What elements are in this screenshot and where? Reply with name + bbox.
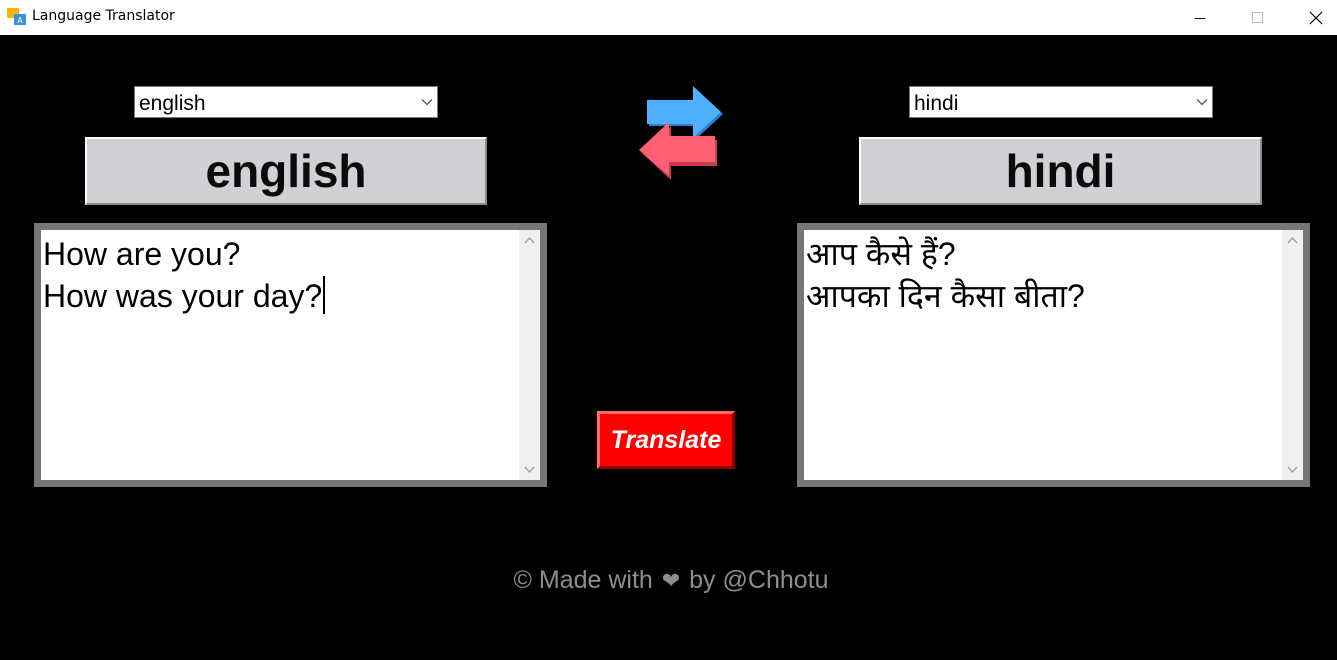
target-text-frame: आप कैसे हैं? आपका दिन कैसा बीता? [797, 223, 1310, 487]
chevron-down-icon [1196, 99, 1208, 106]
window-title: Language Translator [32, 8, 175, 24]
minimize-icon [1195, 17, 1205, 19]
target-scrollbar[interactable] [1282, 230, 1303, 480]
scroll-down-icon[interactable] [1286, 463, 1299, 476]
translator-app-icon: A [7, 8, 26, 25]
target-language-value: hindi [914, 92, 959, 115]
maximize-icon [1252, 11, 1263, 23]
text-caret [323, 276, 326, 314]
target-language-select[interactable]: hindi [909, 86, 1213, 118]
source-text: How are you? How was your day? [43, 236, 323, 314]
footer-credit: © Made with ❤ by @Chhotu [0, 566, 1337, 595]
source-language-value: english [139, 92, 206, 115]
scroll-up-icon[interactable] [1286, 234, 1299, 247]
source-text-input[interactable]: How are you? How was your day? [41, 230, 540, 480]
target-text: आप कैसे हैं? आपका दिन कैसा बीता? [806, 236, 1085, 314]
footer-suffix: by @Chhotu [689, 566, 829, 594]
target-language-label: hindi [859, 137, 1262, 205]
source-language-select[interactable]: english [134, 86, 438, 118]
target-text-output[interactable]: आप कैसे हैं? आपका दिन कैसा बीता? [804, 230, 1303, 480]
title-bar: A Language Translator [0, 0, 1337, 35]
scroll-down-icon[interactable] [523, 463, 536, 476]
translate-button[interactable]: Translate [597, 411, 735, 469]
heart-icon: ❤ [661, 568, 681, 593]
close-button[interactable] [1287, 0, 1337, 35]
source-text-frame: How are you? How was your day? [34, 223, 547, 487]
scroll-up-icon[interactable] [523, 234, 536, 247]
minimize-button[interactable] [1171, 0, 1229, 35]
svg-text:A: A [17, 16, 23, 25]
maximize-button[interactable] [1229, 0, 1287, 35]
source-language-label: english [85, 137, 487, 205]
close-icon [1309, 11, 1323, 24]
source-scrollbar[interactable] [519, 230, 540, 480]
swap-arrows-icon[interactable] [637, 84, 727, 180]
footer-prefix: © Made with [513, 566, 653, 594]
chevron-down-icon [421, 99, 433, 106]
app-window: A Language Translator english hindi engl… [0, 0, 1337, 660]
